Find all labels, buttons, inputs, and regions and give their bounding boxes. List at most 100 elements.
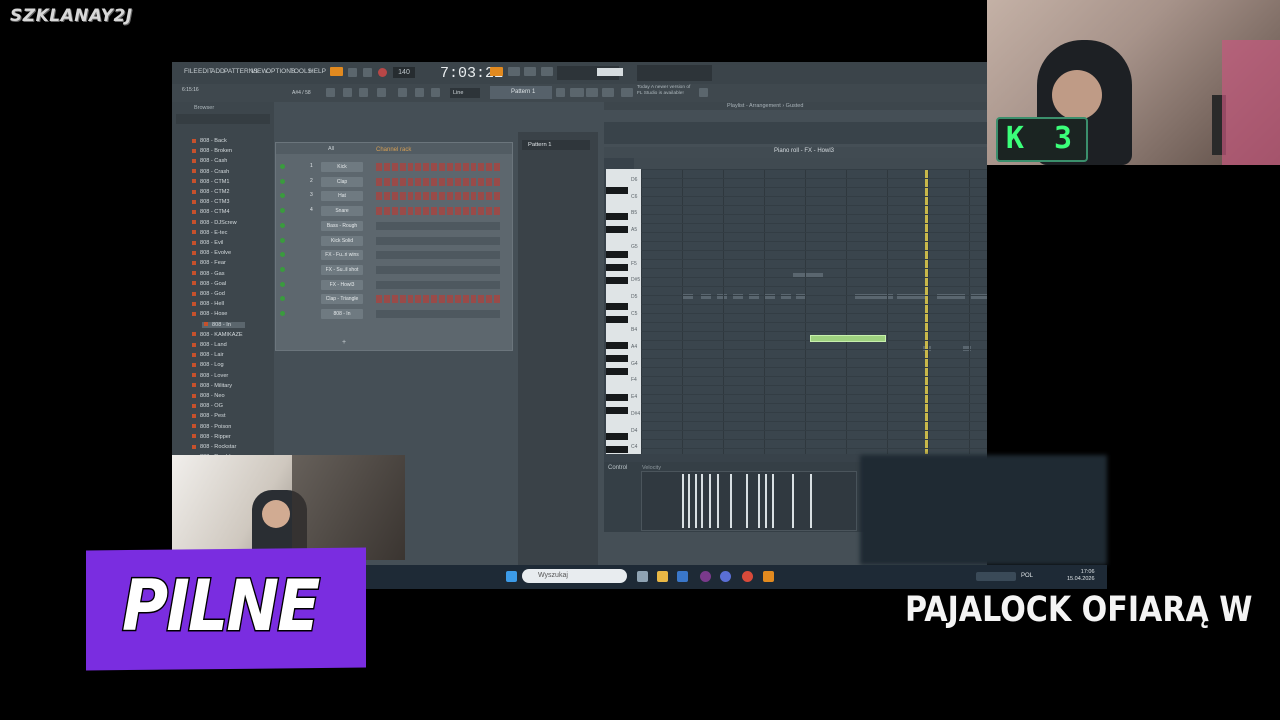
step-button[interactable] xyxy=(478,192,485,201)
channel-row[interactable]: 4 Snare xyxy=(276,205,512,219)
step-button[interactable] xyxy=(391,295,398,304)
channel-name-button[interactable]: Hat xyxy=(321,191,363,202)
step-sequencer[interactable] xyxy=(376,280,500,289)
step-button[interactable] xyxy=(462,295,469,304)
piano-roll-ruler[interactable] xyxy=(634,158,987,169)
browser-icon[interactable] xyxy=(415,88,424,97)
velocity-lane[interactable] xyxy=(641,471,857,531)
channel-name-button[interactable]: Clap xyxy=(321,176,363,187)
black-key[interactable] xyxy=(606,277,628,284)
browser-item[interactable]: 808 - Back xyxy=(192,138,227,144)
step-button[interactable] xyxy=(399,177,406,186)
step-button[interactable] xyxy=(423,163,430,171)
pattern-1-item[interactable]: Pattern 1 xyxy=(522,140,590,150)
step-button[interactable] xyxy=(486,177,493,186)
browser-item[interactable]: 808 - Gas xyxy=(192,271,225,277)
step-button[interactable] xyxy=(446,192,453,201)
step-sequencer[interactable] xyxy=(376,295,500,304)
step-button[interactable] xyxy=(494,295,500,304)
step-button[interactable] xyxy=(478,207,485,216)
step-sequencer[interactable] xyxy=(376,310,500,318)
step-sequencer[interactable] xyxy=(376,192,500,201)
step-button[interactable] xyxy=(415,295,422,304)
step-button[interactable] xyxy=(439,163,445,171)
browser-item[interactable]: 808 - Pest xyxy=(192,413,226,419)
step-button[interactable] xyxy=(431,177,437,186)
step-button[interactable] xyxy=(431,163,437,171)
channel-mute-led[interactable] xyxy=(280,164,285,169)
channel-name-button[interactable]: Kick xyxy=(321,162,363,172)
black-key[interactable] xyxy=(606,251,628,258)
pat-song-toggle[interactable] xyxy=(330,67,343,76)
black-key[interactable] xyxy=(606,264,628,271)
browser-item[interactable]: 808 - Lover xyxy=(192,373,228,379)
step-button[interactable] xyxy=(439,207,445,216)
chrome-icon[interactable] xyxy=(742,571,753,582)
channel-mute-led[interactable] xyxy=(280,281,285,287)
step-button[interactable] xyxy=(376,295,382,304)
step-button[interactable] xyxy=(462,177,469,186)
velocity-bar[interactable] xyxy=(688,474,690,528)
taskbar-search[interactable]: Wyszukaj xyxy=(522,569,627,583)
step-button[interactable] xyxy=(439,177,445,186)
step-button[interactable] xyxy=(383,295,390,304)
channel-row[interactable]: FX - Fu..ri wins xyxy=(276,249,512,263)
alt-button[interactable] xyxy=(602,88,614,97)
channel-mute-led[interactable] xyxy=(280,222,285,228)
app-icon[interactable] xyxy=(700,571,711,582)
wait-input-icon[interactable] xyxy=(508,67,520,76)
piano-keyboard[interactable]: D6 C6 B5 A5 G5 F5 D#5 D5 C5 B4 A4 G4 F4 E4 D#4 D4 C4 xyxy=(606,169,641,454)
browser-item[interactable]: 808 - Cash xyxy=(192,158,227,164)
browser-item[interactable]: 808 - DJScrew xyxy=(192,220,237,226)
snap-select[interactable]: Line xyxy=(450,88,480,98)
menu-file[interactable]: FILE xyxy=(184,68,198,75)
step-button[interactable] xyxy=(383,163,390,171)
channel-name-button[interactable]: FX - Fu..ri wins xyxy=(321,250,363,261)
browser-item[interactable]: 808 - Lair xyxy=(192,352,224,358)
ctrl-button[interactable] xyxy=(586,88,598,97)
velocity-bar[interactable] xyxy=(730,474,732,528)
step-button[interactable] xyxy=(423,192,430,201)
step-button[interactable] xyxy=(454,177,461,186)
channel-name-button[interactable]: 808 - In xyxy=(321,309,363,319)
loop-record-icon[interactable] xyxy=(541,67,553,76)
step-button[interactable] xyxy=(470,192,477,201)
step-button[interactable] xyxy=(399,192,406,201)
channel-rack-icon[interactable] xyxy=(398,88,407,97)
step-button[interactable] xyxy=(399,295,406,304)
step-button[interactable] xyxy=(494,177,500,186)
step-button[interactable] xyxy=(391,163,398,171)
discord-icon[interactable] xyxy=(720,571,731,582)
step-button[interactable] xyxy=(454,207,461,216)
channel-name-button[interactable]: Snare xyxy=(321,206,363,217)
playlist-area[interactable] xyxy=(604,122,987,144)
step-button[interactable] xyxy=(415,163,422,171)
step-button[interactable] xyxy=(407,177,414,186)
black-key[interactable] xyxy=(606,394,628,401)
playlist-icon[interactable] xyxy=(343,88,352,97)
black-key[interactable] xyxy=(606,303,628,310)
channel-mute-led[interactable] xyxy=(280,208,285,214)
browser-item[interactable]: 808 - Evil xyxy=(192,240,223,246)
black-key[interactable] xyxy=(606,433,628,440)
channel-row[interactable]: Kick Solid xyxy=(276,235,512,249)
velocity-bar[interactable] xyxy=(682,474,684,528)
add-channel-button[interactable]: + xyxy=(342,339,346,346)
plugin-icon[interactable] xyxy=(431,88,440,97)
step-sequencer[interactable] xyxy=(376,236,500,245)
step-button[interactable] xyxy=(383,207,390,216)
note-grid[interactable] xyxy=(641,169,987,454)
step-button[interactable] xyxy=(470,177,477,186)
channel-mute-led[interactable] xyxy=(280,266,285,272)
step-button[interactable] xyxy=(478,177,485,186)
velocity-bar[interactable] xyxy=(810,474,812,528)
browser-item[interactable]: 808 - Poison xyxy=(192,424,231,430)
note-fx-howl3[interactable] xyxy=(810,335,886,342)
browser-item[interactable]: 808 - Broken xyxy=(192,148,232,154)
step-button[interactable] xyxy=(431,295,437,304)
step-button[interactable] xyxy=(486,192,493,201)
store-icon[interactable] xyxy=(677,571,688,582)
step-button[interactable] xyxy=(470,295,477,304)
step-sequencer[interactable] xyxy=(376,251,500,260)
step-button[interactable] xyxy=(446,207,453,216)
